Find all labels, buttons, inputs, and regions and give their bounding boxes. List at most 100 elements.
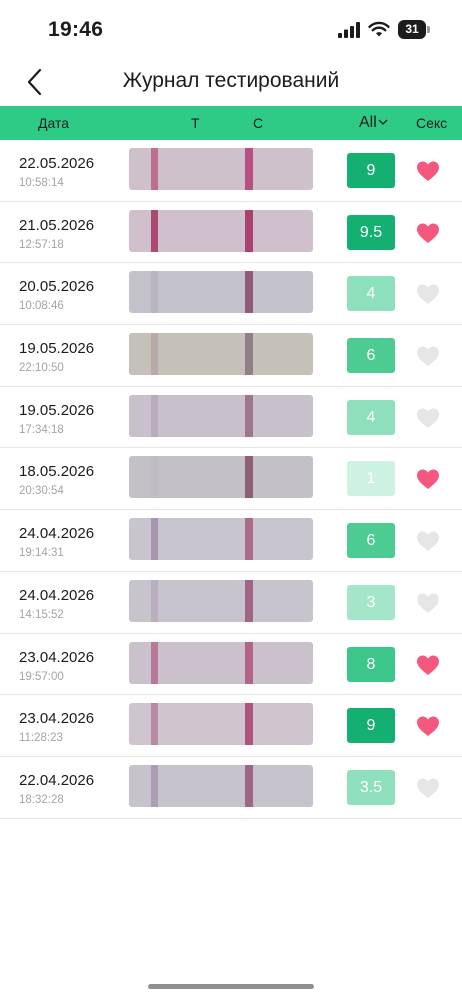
score-badge[interactable]: 6 (347, 523, 395, 559)
score-badge[interactable]: 4 (347, 399, 395, 435)
table-row[interactable]: 22.04.2026 18:32:28 3.5 (0, 757, 462, 819)
nav-bar: Журнал тестирований (0, 58, 462, 106)
score-badge[interactable]: 6 (347, 338, 395, 374)
score-badge[interactable]: 3.5 (347, 769, 395, 805)
status-time: 19:46 (48, 18, 104, 41)
test-date: 24.04.2026 (19, 586, 95, 604)
test-line (151, 579, 158, 622)
heart-icon[interactable] (416, 222, 440, 244)
test-date: 22.04.2026 (19, 771, 95, 789)
control-line (245, 456, 253, 499)
test-time: 14:15:52 (19, 608, 64, 621)
score-badge[interactable]: 8 (347, 646, 395, 682)
score-badge[interactable]: 9 (347, 153, 395, 188)
table-row[interactable]: 20.05.2026 10:08:46 4 (0, 263, 462, 326)
heart-icon[interactable] (416, 160, 440, 182)
test-date: 23.04.2026 (19, 710, 95, 728)
control-line (245, 209, 253, 252)
battery-icon: 31 (398, 20, 430, 39)
test-date: 22.05.2026 (19, 155, 95, 172)
test-time: 10:58:14 (19, 177, 64, 189)
column-header-date: Дата (38, 115, 70, 131)
score-badge[interactable]: 1 (347, 461, 395, 497)
heart-icon[interactable] (416, 407, 440, 429)
filter-dropdown[interactable]: All (359, 106, 388, 140)
filter-label: All (359, 114, 377, 131)
heart-icon[interactable] (416, 283, 440, 305)
control-line (245, 703, 253, 746)
test-date: 24.04.2026 (19, 525, 95, 543)
score-badge[interactable]: 3 (347, 584, 395, 620)
signal-icon (338, 22, 360, 38)
test-strip-image[interactable] (129, 148, 313, 190)
column-header-c: С (253, 115, 264, 131)
score-badge[interactable]: 4 (347, 276, 395, 312)
table-row[interactable]: 18.05.2026 20:30:54 1 (0, 448, 462, 511)
chevron-down-icon (378, 119, 388, 125)
test-strip-image[interactable] (129, 333, 313, 376)
test-line (151, 641, 158, 684)
score-badge[interactable]: 9 (347, 708, 395, 744)
table-row[interactable]: 19.05.2026 22:10:50 6 (0, 325, 462, 387)
test-line (151, 333, 158, 376)
control-line (245, 518, 253, 561)
heart-icon[interactable] (416, 592, 440, 614)
test-time: 11:28:23 (19, 732, 63, 745)
table-row[interactable]: 21.05.2026 12:57:18 9.5 (0, 202, 462, 264)
test-strip-image[interactable] (129, 703, 313, 746)
control-line (245, 641, 253, 684)
status-bar: 19:46 31 (0, 0, 462, 58)
heart-icon[interactable] (416, 777, 440, 799)
test-strip-image[interactable] (129, 579, 313, 622)
test-date: 23.04.2026 (19, 648, 95, 666)
test-list: 22.05.2026 10:58:14 9 21.05.2026 12:57:18 9.5… (0, 140, 462, 819)
test-strip-image[interactable] (129, 518, 313, 561)
table-row[interactable]: 23.04.2026 11:28:23 9 (0, 695, 462, 757)
test-time: 12:57:18 (19, 238, 64, 251)
test-line (151, 703, 158, 746)
control-line (245, 271, 253, 314)
test-line (151, 148, 158, 190)
score-badge[interactable]: 9.5 (347, 214, 395, 250)
table-row[interactable]: 22.05.2026 10:58:14 9 (0, 140, 462, 202)
test-strip-image[interactable] (129, 764, 313, 807)
test-date: 20.05.2026 (19, 278, 95, 296)
test-line (151, 271, 158, 314)
test-strip-image[interactable] (129, 271, 313, 314)
table-row[interactable]: 24.04.2026 14:15:52 3 (0, 572, 462, 634)
heart-icon[interactable] (416, 345, 440, 367)
test-time: 19:14:31 (19, 547, 64, 560)
test-date: 19.05.2026 (19, 340, 95, 358)
test-date: 18.05.2026 (19, 463, 95, 481)
test-date: 21.05.2026 (19, 216, 95, 234)
column-header-t: Т (191, 115, 200, 131)
wifi-icon (368, 21, 390, 37)
heart-icon[interactable] (416, 715, 440, 737)
test-time: 20:30:54 (19, 485, 64, 498)
column-header-sex: Секс (416, 115, 448, 131)
test-time: 19:57:00 (19, 670, 64, 683)
table-row[interactable]: 23.04.2026 19:57:00 8 (0, 634, 462, 696)
battery-level: 31 (405, 22, 419, 36)
control-line (245, 394, 253, 437)
test-strip-image[interactable] (129, 456, 313, 499)
table-row[interactable]: 19.05.2026 17:34:18 4 (0, 387, 462, 449)
page-title: Журнал тестирований (122, 69, 340, 92)
test-line (151, 209, 158, 252)
heart-icon[interactable] (416, 530, 440, 552)
test-date: 19.05.2026 (19, 401, 95, 419)
test-line (151, 456, 158, 499)
table-row[interactable]: 24.04.2026 19:14:31 6 (0, 510, 462, 572)
test-line (151, 518, 158, 561)
test-strip-image[interactable] (129, 394, 313, 437)
test-strip-image[interactable] (129, 209, 313, 252)
control-line (245, 579, 253, 622)
control-line (245, 333, 253, 376)
test-strip-image[interactable] (129, 641, 313, 684)
test-time: 17:34:18 (19, 423, 64, 436)
test-time: 22:10:50 (19, 362, 64, 375)
test-time: 10:08:46 (19, 300, 64, 313)
test-time: 18:32:28 (19, 793, 64, 806)
heart-icon[interactable] (416, 468, 440, 490)
heart-icon[interactable] (416, 654, 440, 676)
